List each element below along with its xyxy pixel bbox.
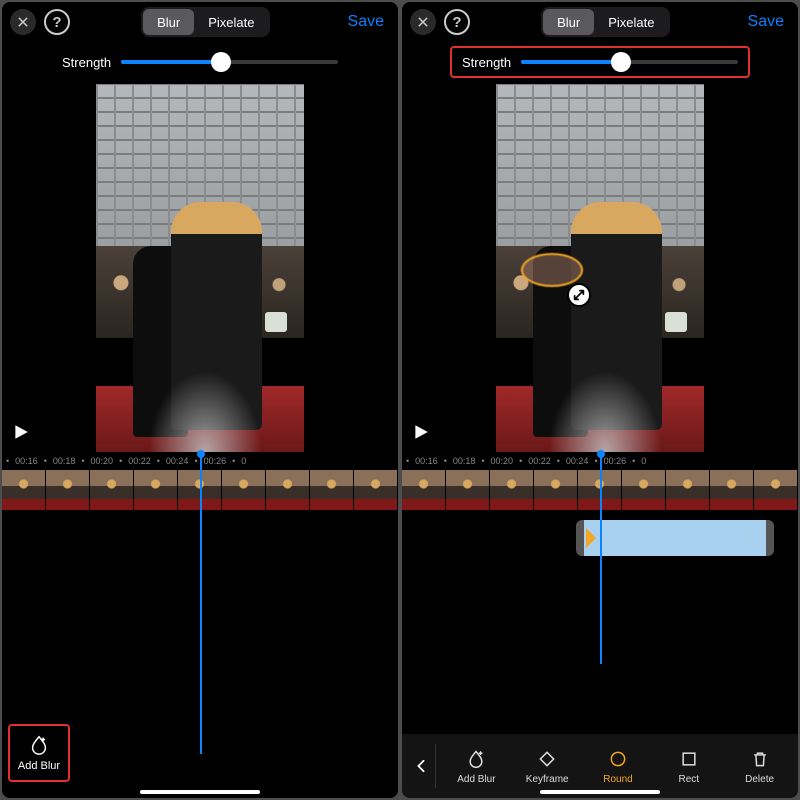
play-icon xyxy=(412,423,430,441)
circle-icon xyxy=(608,749,628,769)
thumbnail xyxy=(446,470,490,510)
thumbnail xyxy=(222,470,266,510)
tool-label: Rect xyxy=(679,774,700,785)
thumbnail xyxy=(266,470,310,510)
tool-label: Add Blur xyxy=(457,774,495,785)
save-button[interactable]: Save xyxy=(742,9,790,35)
blur-resize-handle[interactable] xyxy=(567,283,591,307)
track-area[interactable]: Add Blur xyxy=(2,510,398,798)
video-preview xyxy=(402,84,798,452)
segment-blur[interactable]: Blur xyxy=(143,9,194,35)
screen-right: ? Blur Pixelate Save Strength xyxy=(402,2,798,798)
play-button[interactable] xyxy=(12,423,30,446)
video-frame[interactable] xyxy=(496,84,704,452)
thumbnail xyxy=(622,470,666,510)
thumbnail xyxy=(354,470,398,510)
thumbnail xyxy=(490,470,534,510)
tool-add-blur[interactable]: Add Blur xyxy=(442,748,511,785)
play-button[interactable] xyxy=(412,423,430,446)
play-icon xyxy=(12,423,30,441)
add-blur-label: Add Blur xyxy=(18,760,60,772)
thumbnail xyxy=(754,470,798,510)
thumbnail xyxy=(666,470,710,510)
blur-clip[interactable] xyxy=(576,520,774,556)
close-button[interactable] xyxy=(10,9,36,35)
thumbnail xyxy=(134,470,178,510)
help-button[interactable]: ? xyxy=(444,9,470,35)
playhead[interactable] xyxy=(200,452,202,754)
header: ? Blur Pixelate Save xyxy=(402,2,798,42)
close-icon xyxy=(417,16,429,28)
add-blur-button[interactable]: Add Blur xyxy=(8,724,70,782)
screen-left: ? Blur Pixelate Save Strength • 00:16• 0… xyxy=(2,2,398,798)
strength-slider[interactable] xyxy=(121,60,338,64)
home-indicator[interactable] xyxy=(540,790,660,794)
thumbnail xyxy=(402,470,446,510)
slider-fill xyxy=(521,60,621,64)
playhead[interactable] xyxy=(600,452,602,664)
thumbnail xyxy=(46,470,90,510)
help-icon: ? xyxy=(452,14,461,31)
blur-drop-icon xyxy=(466,749,486,769)
tool-rect[interactable]: Rect xyxy=(654,748,723,785)
strength-control: Strength xyxy=(50,46,350,78)
close-icon xyxy=(17,16,29,28)
blur-drop-icon xyxy=(28,734,50,756)
close-button[interactable] xyxy=(410,9,436,35)
slider-fill xyxy=(121,60,221,64)
keyframe-icon xyxy=(537,749,557,769)
blur-mode-segment: Blur Pixelate xyxy=(141,7,270,37)
toolbar-back-button[interactable] xyxy=(406,744,436,788)
thumbnail xyxy=(710,470,754,510)
track-area[interactable] xyxy=(402,510,798,734)
tool-label: Keyframe xyxy=(526,774,569,785)
strength-label: Strength xyxy=(462,55,511,70)
home-indicator[interactable] xyxy=(140,790,260,794)
tool-label: Delete xyxy=(745,774,774,785)
segment-blur[interactable]: Blur xyxy=(543,9,594,35)
chevron-left-icon xyxy=(414,759,428,773)
help-button[interactable]: ? xyxy=(44,9,70,35)
strength-label: Strength xyxy=(62,55,111,70)
thumbnail xyxy=(90,470,134,510)
resize-arrows-icon xyxy=(572,288,586,302)
slider-thumb[interactable] xyxy=(211,52,231,72)
tool-keyframe[interactable]: Keyframe xyxy=(513,748,582,785)
blur-region-oval[interactable] xyxy=(521,253,583,287)
help-icon: ? xyxy=(52,14,61,31)
thumbnail xyxy=(534,470,578,510)
segment-pixelate[interactable]: Pixelate xyxy=(194,9,268,35)
thumbnail xyxy=(310,470,354,510)
strength-slider[interactable] xyxy=(521,60,738,64)
thumbnail xyxy=(2,470,46,510)
tool-label: Round xyxy=(603,774,632,785)
tool-delete[interactable]: Delete xyxy=(725,748,794,785)
video-frame[interactable] xyxy=(96,84,304,452)
segment-pixelate[interactable]: Pixelate xyxy=(594,9,668,35)
trash-icon xyxy=(750,749,770,769)
tool-round[interactable]: Round xyxy=(584,748,653,785)
blur-mode-segment: Blur Pixelate xyxy=(541,7,670,37)
square-icon xyxy=(679,749,699,769)
strength-control: Strength xyxy=(450,46,750,78)
save-button[interactable]: Save xyxy=(342,9,390,35)
slider-thumb[interactable] xyxy=(611,52,631,72)
header: ? Blur Pixelate Save xyxy=(2,2,398,42)
video-preview xyxy=(2,84,398,452)
blur-toolbar: Add Blur Keyframe Round Rect Delete xyxy=(402,734,798,798)
